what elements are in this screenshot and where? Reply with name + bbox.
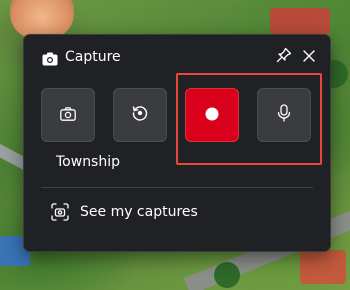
gallery-icon <box>50 202 70 222</box>
record-last-30-seconds-button[interactable] <box>113 88 167 142</box>
capture-title: Capture <box>65 49 121 65</box>
close-button[interactable] <box>299 46 319 66</box>
game-background: Capture Township See my captures <box>0 0 350 290</box>
tree-decoration <box>214 262 240 288</box>
building-roof-decoration <box>300 250 346 284</box>
building-roof-decoration <box>270 8 330 34</box>
screenshot-button[interactable] <box>41 88 95 142</box>
see-my-captures-label: See my captures <box>80 204 198 220</box>
camera-icon <box>42 51 58 67</box>
see-my-captures-link[interactable]: See my captures <box>50 200 198 224</box>
replay-icon <box>131 104 149 126</box>
close-icon <box>303 47 315 66</box>
capture-widget: Capture Township See my captures <box>23 34 331 252</box>
pin-button[interactable] <box>274 47 294 67</box>
highlight-box <box>176 73 322 165</box>
pin-icon <box>276 47 292 67</box>
divider <box>41 187 313 188</box>
game-name: Township <box>56 154 121 170</box>
camera-icon <box>60 106 76 125</box>
